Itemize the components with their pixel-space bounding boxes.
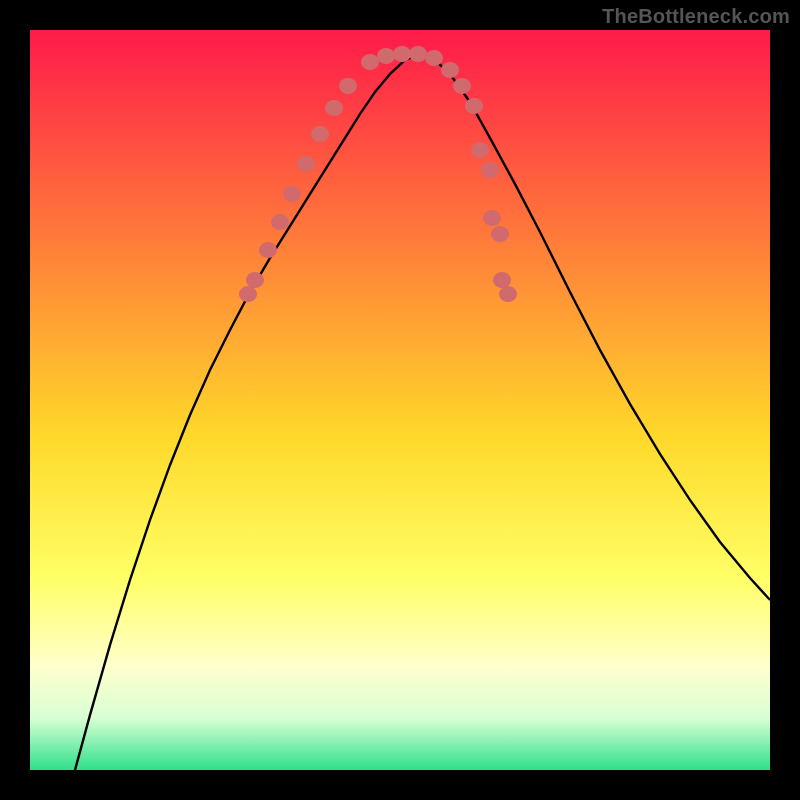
data-dot xyxy=(425,50,443,66)
data-dot xyxy=(471,142,489,158)
data-dot xyxy=(377,48,395,64)
data-dot xyxy=(325,100,343,116)
gradient-background xyxy=(30,30,770,770)
data-dot xyxy=(361,54,379,70)
chart-frame: TheBottleneck.com xyxy=(0,0,800,800)
data-dot xyxy=(491,226,509,242)
watermark-text: TheBottleneck.com xyxy=(602,6,790,29)
data-dot xyxy=(465,98,483,114)
data-dot xyxy=(409,46,427,62)
data-dot xyxy=(246,272,264,288)
data-dot xyxy=(441,62,459,78)
data-dot xyxy=(297,156,315,172)
plot-area xyxy=(30,30,770,770)
data-dot xyxy=(271,214,289,230)
data-dot xyxy=(339,78,357,94)
data-dot xyxy=(311,126,329,142)
data-dot xyxy=(283,186,301,202)
data-dot xyxy=(239,286,257,302)
data-dot xyxy=(483,210,501,226)
data-dot xyxy=(393,46,411,62)
data-dot xyxy=(499,286,517,302)
data-dot xyxy=(259,242,277,258)
data-dot xyxy=(493,272,511,288)
chart-svg xyxy=(30,30,770,770)
data-dot xyxy=(453,78,471,94)
data-dot xyxy=(481,162,499,178)
